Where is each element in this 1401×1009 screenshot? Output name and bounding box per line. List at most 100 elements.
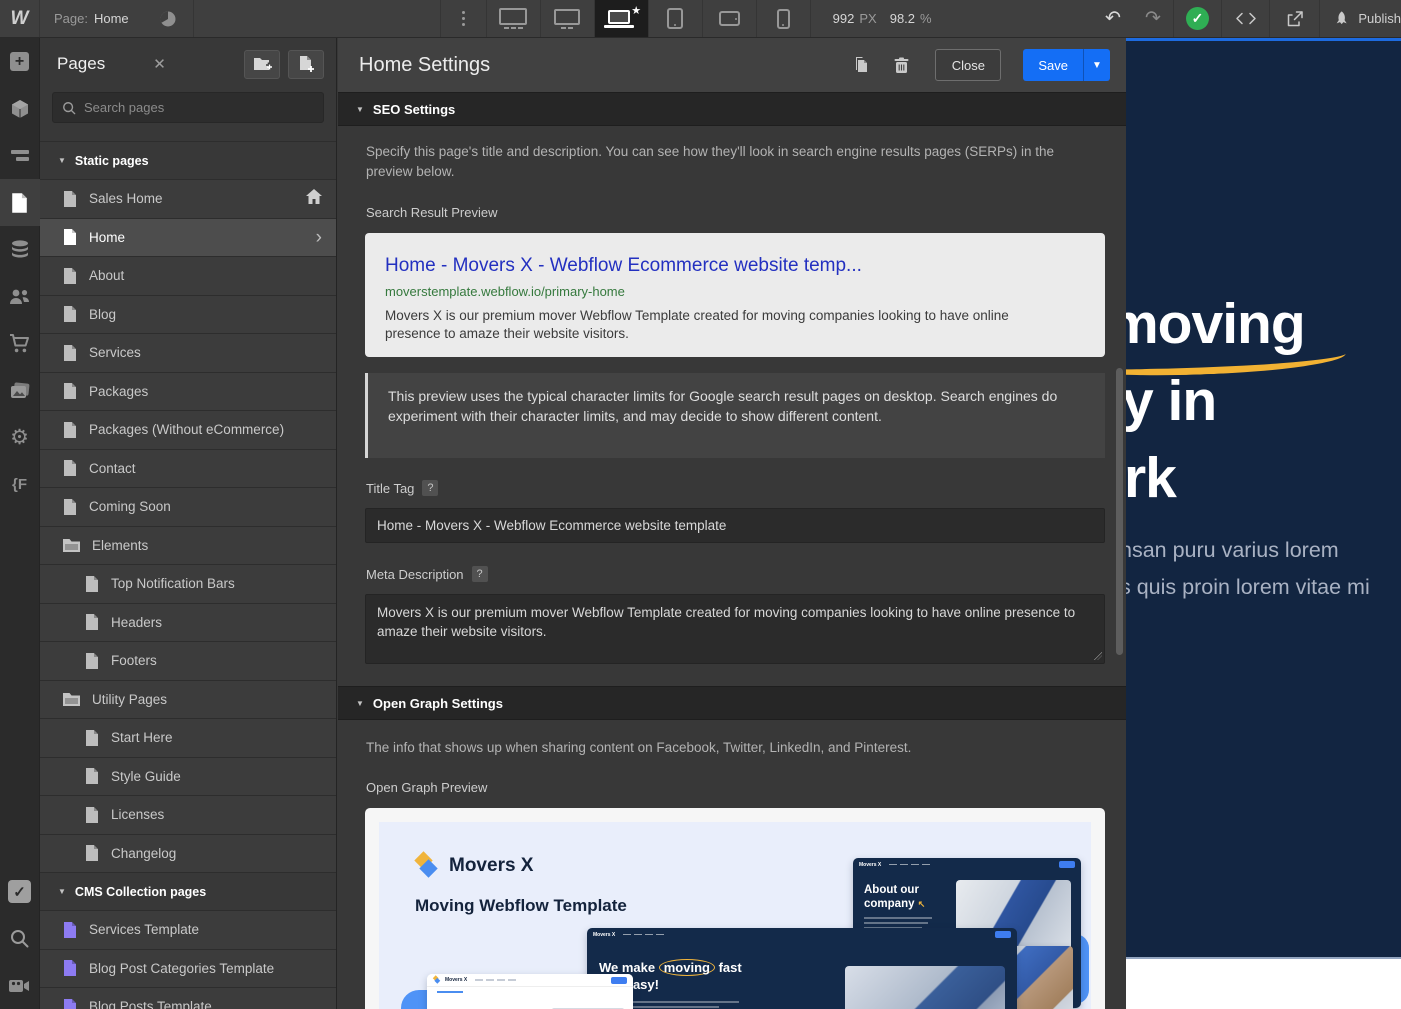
meta-description-textarea[interactable]: Movers X is our premium mover Webflow Te… [365,594,1105,664]
page-item-style-guide[interactable]: Style Guide [40,757,336,796]
page-icon [85,845,99,861]
page-item-blog[interactable]: Blog [40,295,336,334]
page-item-label: Services Template [89,922,322,937]
audit-panel-button[interactable]: ✓ [0,868,40,915]
page-item-licenses[interactable]: Licenses [40,795,336,834]
cms-button[interactable] [0,226,40,273]
page-icon [85,807,99,823]
page-item-coming-soon[interactable]: Coming Soon [40,487,336,526]
search-icon [62,101,76,115]
zoom-value[interactable]: 98.2 [890,11,915,26]
serp-title: Home - Movers X - Webflow Ecommerce webs… [385,255,1085,277]
page-item-utility-pages[interactable]: Utility Pages [40,680,336,719]
video-camera-icon [9,979,30,993]
page-label: Page: [54,11,88,26]
page-item-packages-without-ecommerce[interactable]: Packages (Without eCommerce) [40,410,336,449]
quick-find-button[interactable] [0,915,40,962]
settings-scrollbar-thumb[interactable] [1116,368,1123,655]
breakpoint-mobile[interactable] [756,0,810,37]
video-tutorials-button[interactable] [0,962,40,1009]
meta-description-help-badge[interactable]: ? [472,566,488,582]
page-item-label: Blog [89,307,322,322]
code-brace-icon: {F [12,476,27,493]
page-item-blog-posts-template[interactable]: Blog Posts Template [40,987,336,1009]
delete-page-button[interactable] [889,53,913,77]
close-settings-button[interactable]: Close [935,49,1001,81]
breakpoint-desktop-large[interactable] [486,0,540,37]
pages-search[interactable] [52,92,324,123]
ecommerce-button[interactable] [0,320,40,367]
breakpoint-tablet[interactable] [648,0,702,37]
page-item-label: Top Notification Bars [111,576,322,591]
page-item-label: Headers [111,615,322,630]
page-item-start-here[interactable]: Start Here [40,718,336,757]
pages-section-cms-collection-pages[interactable]: ▼CMS Collection pages [40,872,336,910]
settings-button[interactable]: ⚙ [0,414,40,461]
users-button[interactable] [0,273,40,320]
pages-section-static-pages[interactable]: ▼Static pages [40,141,336,179]
canvas-top-accent [1126,38,1401,41]
publish-button[interactable]: Publish [1319,0,1401,37]
webflow-logo-icon[interactable]: W [0,0,40,37]
open-graph-section-header[interactable]: ▼ Open Graph Settings [338,686,1126,720]
components-button[interactable] [0,85,40,132]
redo-button[interactable]: ↷ [1133,0,1173,37]
page-item-headers[interactable]: Headers [40,603,336,642]
page-icon [85,730,99,746]
page-item-elements[interactable]: Elements [40,526,336,565]
page-icon [63,191,77,207]
page-item-top-notification-bars[interactable]: Top Notification Bars [40,564,336,603]
page-selector[interactable]: Page: Home [40,0,143,37]
breakpoint-menu-button[interactable] [440,0,486,37]
page-item-services[interactable]: Services [40,333,336,372]
breakpoint-base[interactable]: ★ [594,0,648,37]
canvas-metrics[interactable]: 992 PX 98.2 % [810,0,932,37]
assets-button[interactable] [0,367,40,414]
navigator-icon [10,149,30,163]
new-folder-button[interactable] [244,50,280,79]
database-icon [10,240,30,260]
textarea-resize-handle[interactable] [1093,651,1103,661]
title-tag-help-badge[interactable]: ? [422,480,438,496]
pages-button[interactable] [0,179,40,226]
page-item-blog-post-categories-template[interactable]: Blog Post Categories Template [40,949,336,988]
breakpoint-tablet-landscape[interactable] [702,0,756,37]
tablet-landscape-icon [719,11,740,26]
undo-button[interactable]: ↶ [1093,0,1133,37]
page-item-services-template[interactable]: Services Template [40,910,336,949]
export-code-button[interactable] [1221,0,1269,37]
page-item-about[interactable]: About [40,256,336,295]
hero-paragraph-fragment-1: nsan puru varius lorem [1126,538,1339,563]
share-button[interactable] [1269,0,1319,37]
save-options-button[interactable]: ▼ [1083,49,1110,81]
canvas-width-value[interactable]: 992 [833,11,855,26]
serp-preview-card: Home - Movers X - Webflow Ecommerce webs… [365,233,1105,357]
page-item-changelog[interactable]: Changelog [40,834,336,873]
left-toolbar-rail: + [0,38,40,1009]
saved-check-icon: ✓ [1186,7,1209,30]
pages-search-input[interactable] [84,100,284,115]
page-item-home[interactable]: Home› [40,218,336,257]
breakpoint-desktop[interactable] [540,0,594,37]
close-pages-panel-button[interactable]: ✕ [153,55,166,73]
design-canvas[interactable]: moving y in rk nsan puru varius lorem s … [1126,38,1401,1009]
page-item-sales-home[interactable]: Sales Home [40,179,336,218]
navigator-button[interactable] [0,132,40,179]
title-tag-label: Title Tag ? [366,480,438,496]
save-button[interactable]: Save [1023,49,1083,81]
title-tag-input[interactable] [365,508,1105,543]
meta-description-label: Meta Description ? [366,566,488,582]
saved-status-button[interactable]: ✓ [1173,0,1221,37]
add-elements-button[interactable]: + [0,38,40,85]
duplicate-page-button[interactable] [849,53,873,77]
serp-description: Movers X is our premium mover Webflow Te… [385,307,1065,343]
px-unit: PX [859,11,876,26]
seo-settings-section-header[interactable]: ▼ SEO Settings [338,92,1126,126]
page-item-packages[interactable]: Packages [40,372,336,411]
page-item-contact[interactable]: Contact [40,449,336,488]
custom-code-button[interactable]: {F [0,461,40,508]
preview-toggle[interactable] [143,0,194,37]
seo-section-title: SEO Settings [373,102,455,117]
page-item-footers[interactable]: Footers [40,641,336,680]
new-page-button[interactable] [288,50,324,79]
